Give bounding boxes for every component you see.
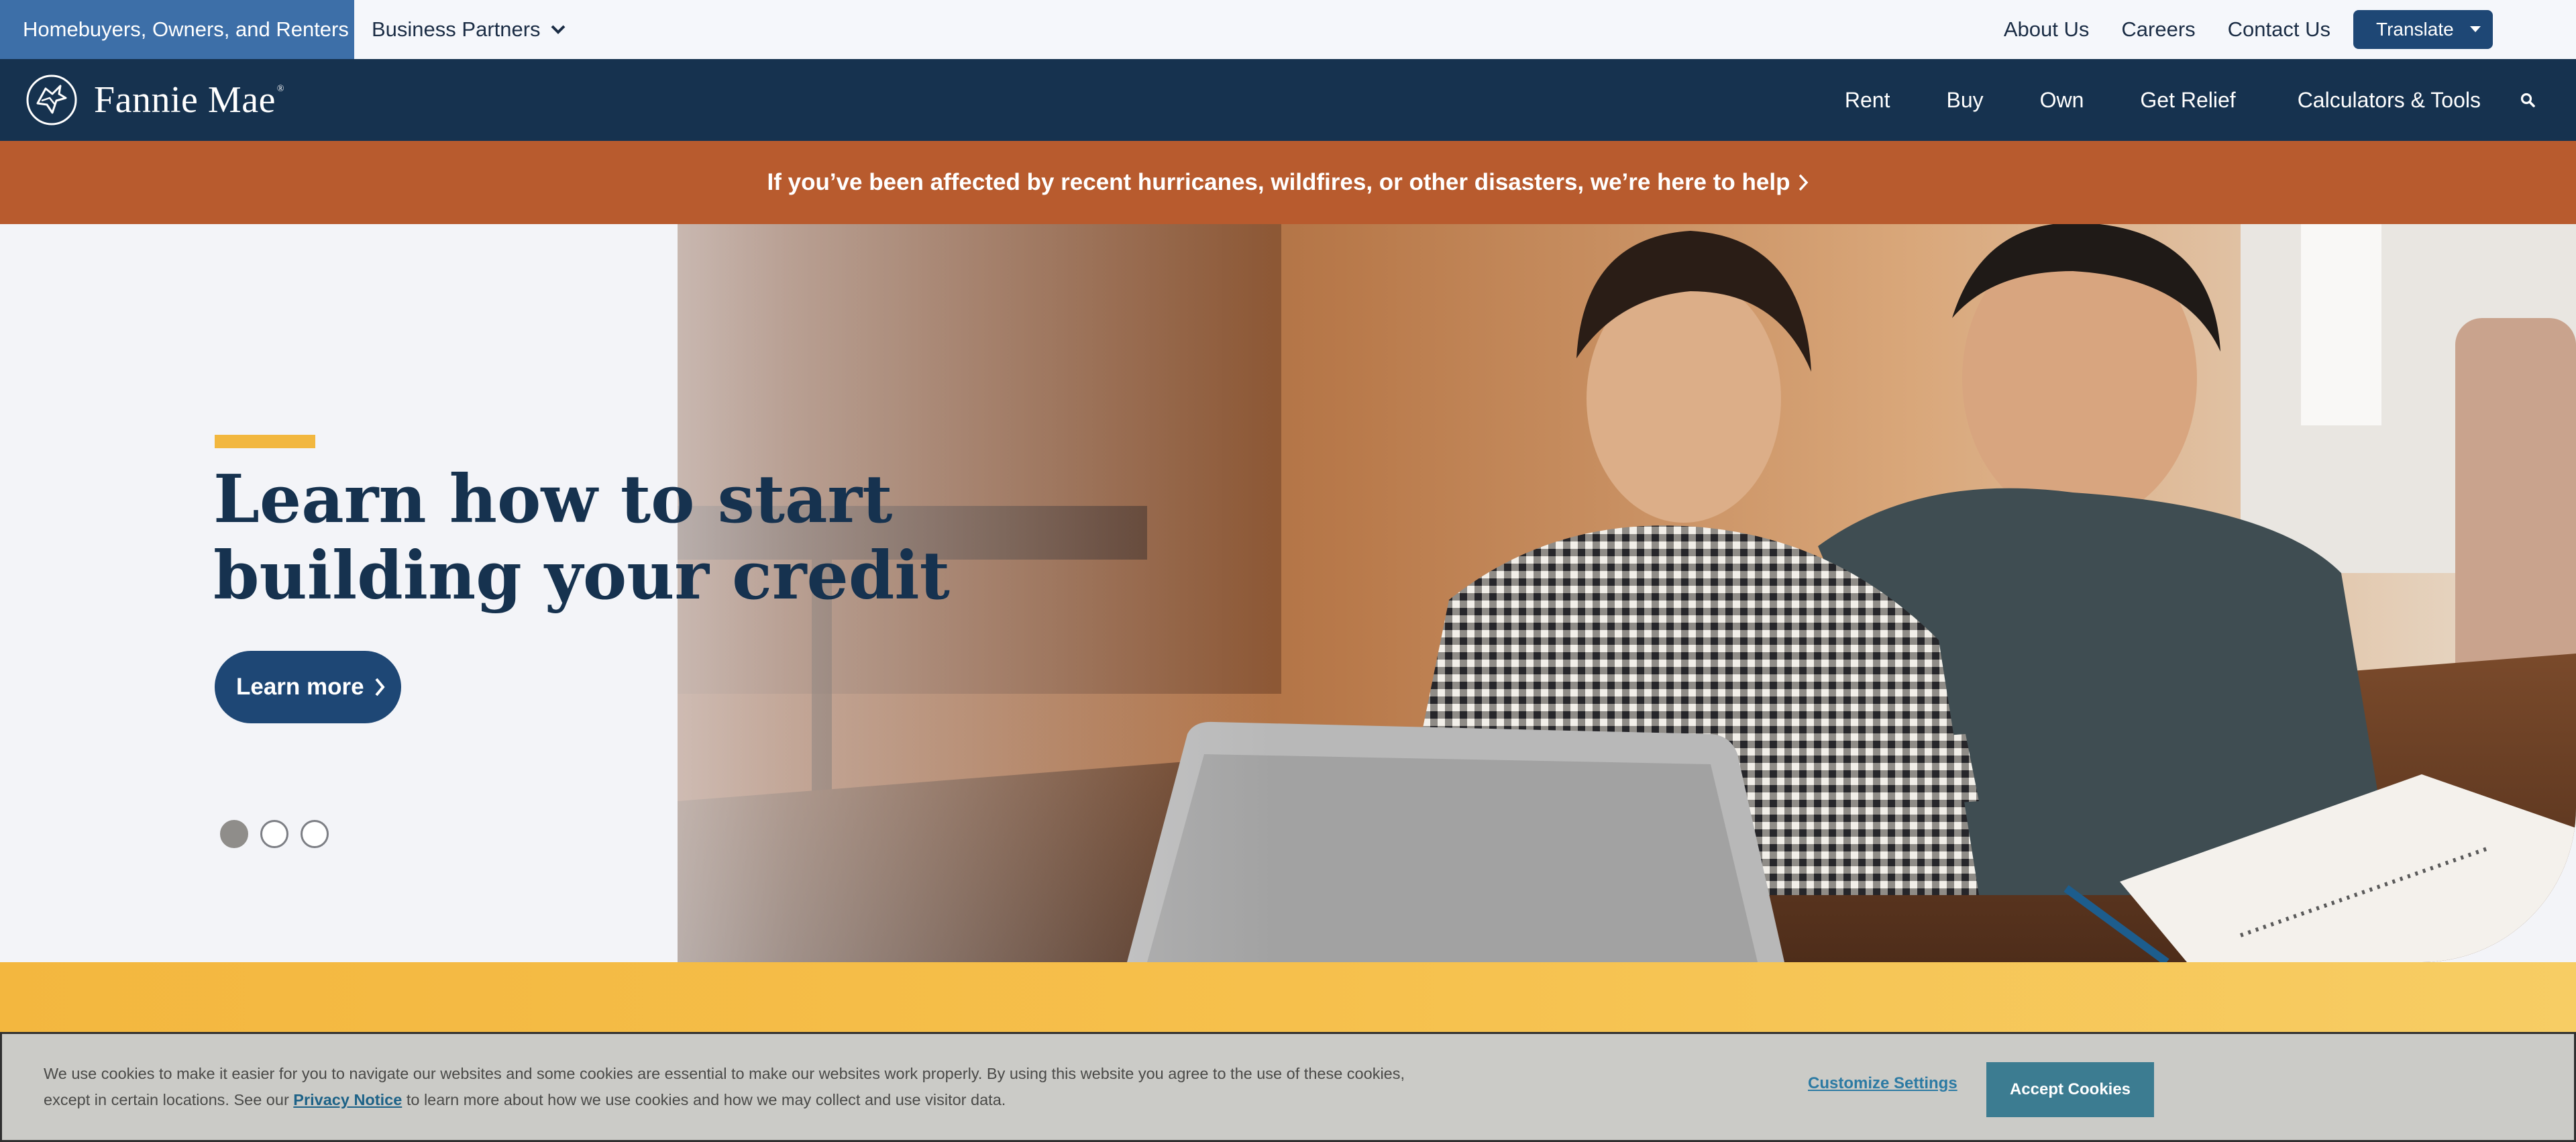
disaster-help-banner[interactable]: If you’ve been affected by recent hurric… xyxy=(0,141,2576,224)
careers-link[interactable]: Careers xyxy=(2121,17,2195,42)
audience-tab-homebuyers[interactable]: Homebuyers, Owners, and Renters xyxy=(0,0,354,59)
chevron-down-icon xyxy=(551,25,565,34)
translate-button[interactable]: Translate xyxy=(2353,10,2493,49)
nav-items: Rent Buy Own Get Relief Calculators & To… xyxy=(1845,59,2576,141)
carousel-dot-2[interactable] xyxy=(260,820,288,848)
disaster-help-text: If you’ve been affected by recent hurric… xyxy=(767,169,1790,195)
search-icon xyxy=(2520,93,2535,107)
nav-item-buy[interactable]: Buy xyxy=(1946,88,1983,113)
nav-item-own[interactable]: Own xyxy=(2040,88,2084,113)
business-partners-dropdown[interactable]: Business Partners xyxy=(354,0,566,59)
nav-item-rent[interactable]: Rent xyxy=(1845,88,1890,113)
utility-links: About Us Careers Contact Us Translate xyxy=(1972,0,2493,59)
cookie-message: We use cookies to make it easier for you… xyxy=(44,1061,1419,1113)
hero-title-line-1: Learn how to start xyxy=(213,461,893,538)
main-nav: Fannie Mae ® Rent Buy Own Get Relief Calc… xyxy=(0,59,2576,141)
learn-more-label: Learn more xyxy=(236,674,364,700)
hero-title-line-2: building your credit xyxy=(213,537,950,615)
accept-cookies-button[interactable]: Accept Cookies xyxy=(1986,1062,2154,1117)
privacy-notice-link[interactable]: Privacy Notice xyxy=(293,1091,402,1108)
chevron-right-icon xyxy=(375,678,385,696)
carousel-dots xyxy=(220,820,341,848)
audience-tab-label: Homebuyers, Owners, and Renters xyxy=(23,17,349,41)
translate-label: Translate xyxy=(2376,19,2454,40)
cookie-text-after: to learn more about how we use cookies a… xyxy=(406,1091,1006,1108)
chevron-right-icon xyxy=(1799,174,1809,191)
nav-item-calculators-tools[interactable]: Calculators & Tools xyxy=(2298,88,2481,113)
contact-us-link[interactable]: Contact Us xyxy=(2228,17,2330,42)
nav-item-get-relief[interactable]: Get Relief xyxy=(2140,88,2235,113)
hero-carousel: Learn how to start building your credit … xyxy=(0,224,2576,962)
caret-down-icon xyxy=(2470,26,2481,32)
cookie-consent-banner: We use cookies to make it easier for you… xyxy=(0,1032,2576,1142)
about-us-link[interactable]: About Us xyxy=(2004,17,2090,42)
page: Homebuyers, Owners, and Renters Business… xyxy=(0,0,2576,1142)
brand-name-text: Fannie Mae xyxy=(94,79,276,121)
hero-title: Learn how to start building your credit xyxy=(213,462,1018,615)
business-partners-label: Business Partners xyxy=(372,17,541,41)
registered-mark: ® xyxy=(276,84,285,94)
utility-bar: Homebuyers, Owners, and Renters Business… xyxy=(0,0,2576,59)
fannie-mae-logo[interactable]: Fannie Mae ® xyxy=(25,74,284,126)
fannie-mae-house-logo-icon xyxy=(26,74,77,125)
carousel-dot-3[interactable] xyxy=(301,820,329,848)
hero-accent-bar xyxy=(215,435,315,448)
accept-cookies-label: Accept Cookies xyxy=(2009,1080,2131,1098)
customize-settings-link[interactable]: Customize Settings xyxy=(1808,1074,1957,1093)
carousel-dot-1[interactable] xyxy=(220,820,248,848)
search-button[interactable] xyxy=(2520,92,2536,108)
brand-name: Fannie Mae ® xyxy=(94,79,284,121)
learn-more-button[interactable]: Learn more xyxy=(215,651,401,723)
